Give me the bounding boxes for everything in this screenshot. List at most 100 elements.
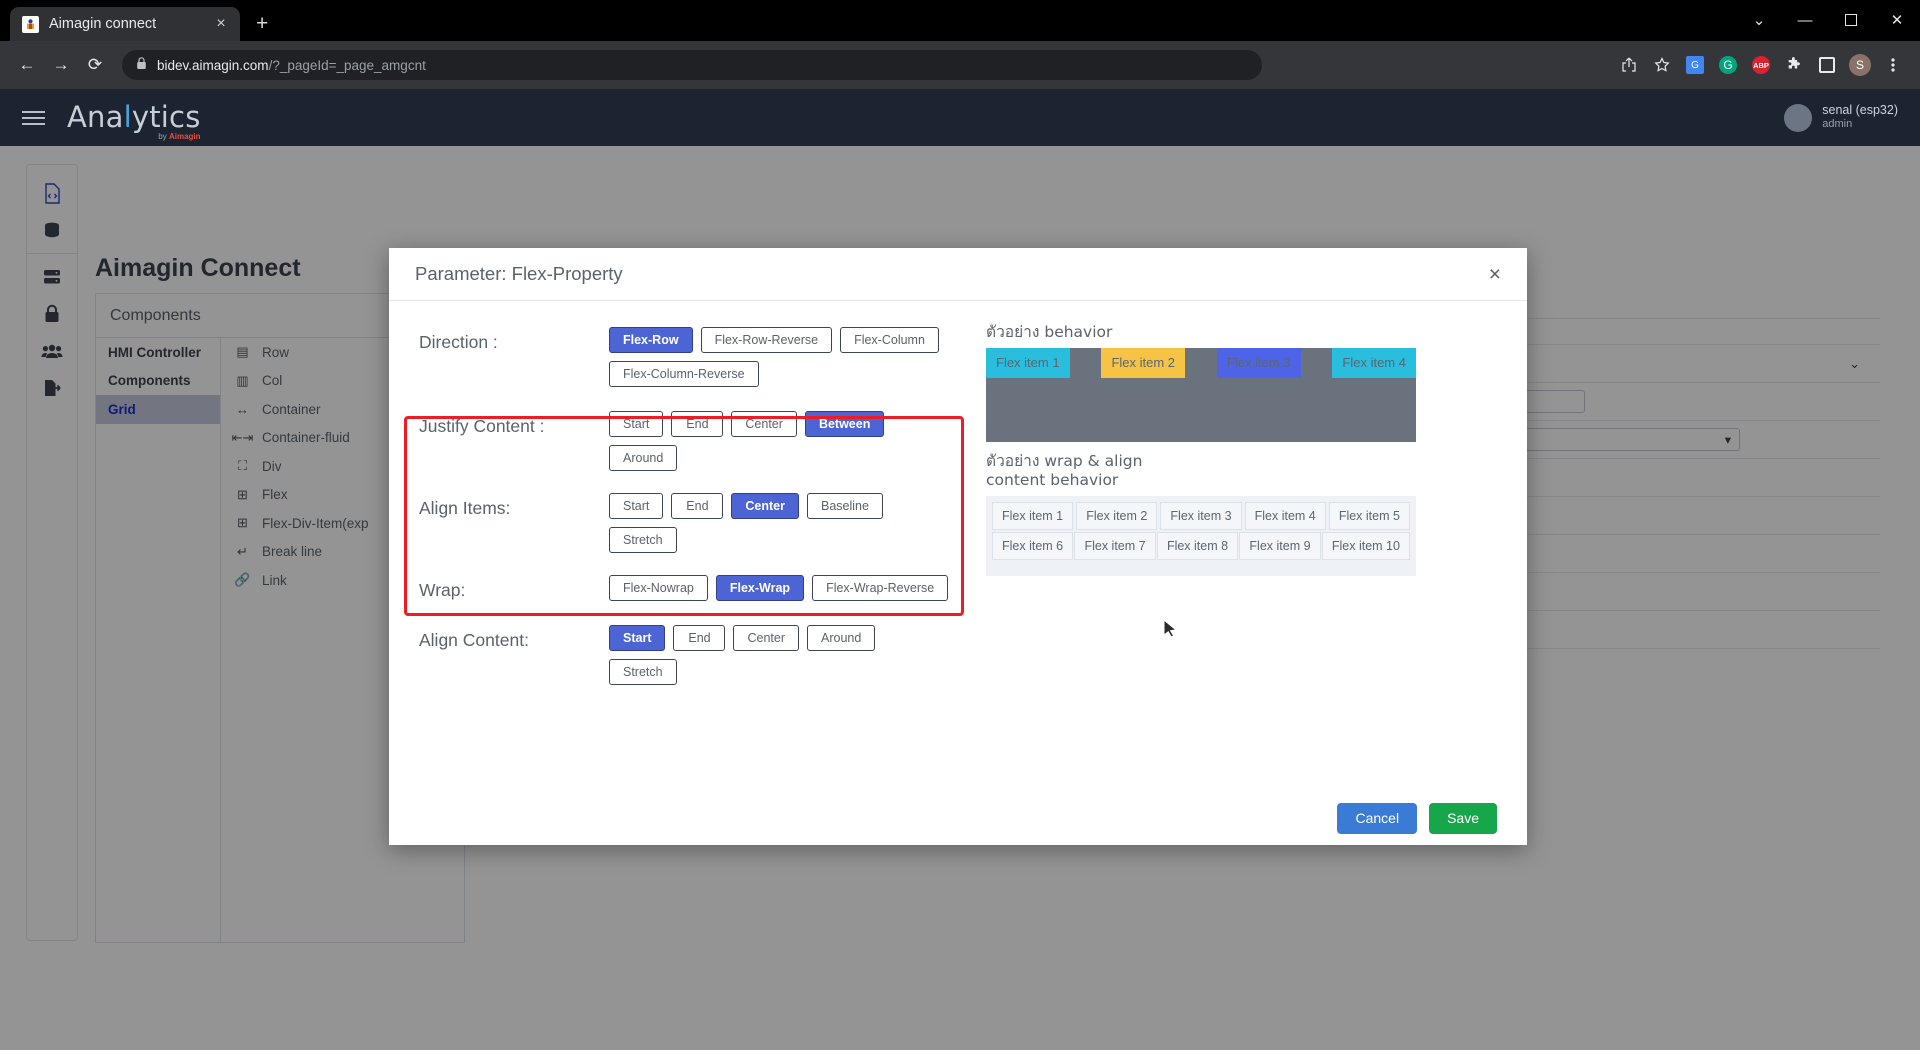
close-window-button[interactable]: ✕: [1874, 5, 1920, 35]
application-root: Analytics by Aimagin senal (esp32) admin: [0, 89, 1920, 1050]
align-content-row: Align Content: Start End Center Around S…: [419, 625, 974, 685]
direction-row: Direction : Flex-Row Flex-Row-Reverse Fl…: [419, 327, 974, 387]
align-content-option-end[interactable]: End: [673, 625, 726, 651]
tab-close-icon[interactable]: ×: [212, 15, 230, 33]
restore-button[interactable]: [1828, 5, 1874, 35]
align-items-label: Align Items:: [419, 498, 511, 518]
wrap-item: Flex item 7: [1074, 531, 1156, 560]
modal-preview: ตัวอย่าง behavior Flex item 1 Flex item …: [974, 301, 1527, 791]
side-panel-icon[interactable]: [1816, 54, 1838, 76]
direction-options: Flex-Row Flex-Row-Reverse Flex-Column Fl…: [609, 327, 949, 387]
extensions-puzzle-icon[interactable]: [1783, 54, 1805, 76]
wrap-item: Flex item 6: [992, 531, 1074, 560]
side-panel-box: [1819, 57, 1835, 73]
toolbar-icon-group: G G ABP S: [1618, 54, 1908, 76]
wrap-item: Flex item 2: [1076, 501, 1158, 530]
address-bar[interactable]: bidev.aimagin.com/?_pageId=_page_amgcnt: [122, 50, 1262, 80]
wrap-item: Flex item 5: [1328, 501, 1410, 530]
wrap-label: Wrap:: [419, 580, 466, 600]
share-icon[interactable]: [1618, 54, 1640, 76]
user-name: senal (esp32): [1822, 102, 1898, 117]
justify-option-start[interactable]: Start: [609, 411, 664, 437]
back-icon[interactable]: ←: [12, 50, 42, 80]
url-host: bidev.aimagin.com: [157, 57, 269, 73]
profile-avatar[interactable]: S: [1849, 54, 1871, 76]
logo-text: Analytics: [67, 100, 201, 134]
direction-option-flex-row[interactable]: Flex-Row: [609, 327, 693, 353]
tab-search-icon[interactable]: ⌄: [1736, 5, 1782, 35]
menu-hamburger-icon[interactable]: [22, 110, 45, 125]
close-icon[interactable]: ×: [1489, 264, 1501, 285]
tab-favicon-icon: [22, 15, 39, 33]
modal-title: Parameter: Flex-Property: [415, 263, 623, 284]
align-items-option-end[interactable]: End: [671, 493, 724, 519]
bookmark-star-icon[interactable]: [1651, 54, 1673, 76]
direction-option-flex-column[interactable]: Flex-Column: [840, 327, 939, 353]
align-content-option-stretch[interactable]: Stretch: [609, 659, 677, 685]
modal-controls: Direction : Flex-Row Flex-Row-Reverse Fl…: [389, 301, 974, 791]
translate-badge: G: [1686, 56, 1704, 74]
justify-content-row: Justify Content : Start End Center Betwe…: [419, 411, 974, 471]
modal-header: Parameter: Flex-Property ×: [389, 248, 1527, 301]
justify-option-around[interactable]: Around: [609, 445, 678, 471]
align-content-option-around[interactable]: Around: [807, 625, 876, 651]
lock-icon: [136, 57, 147, 73]
justify-option-center[interactable]: Center: [731, 411, 797, 437]
align-items-option-baseline[interactable]: Baseline: [807, 493, 883, 519]
align-content-option-center[interactable]: Center: [733, 625, 800, 651]
url-path: /?_pageId=_page_amgcnt: [268, 57, 426, 73]
wrap-item: Flex item 9: [1239, 531, 1321, 560]
grammarly-badge: G: [1719, 56, 1737, 74]
grammarly-icon[interactable]: G: [1717, 54, 1739, 76]
align-items-options: Start End Center Baseline Stretch: [609, 493, 949, 553]
wrap-option-flex-wrap[interactable]: Flex-Wrap: [715, 575, 805, 601]
url-text: bidev.aimagin.com/?_pageId=_page_amgcnt: [157, 58, 426, 73]
justify-content-label: Justify Content :: [419, 416, 545, 436]
wrap-row: Wrap: Flex-Nowrap Flex-Wrap Flex-Wrap-Re…: [419, 575, 974, 601]
justify-option-between[interactable]: Between: [804, 411, 885, 437]
preview-flex-item-2: Flex item 2: [1101, 347, 1186, 378]
chrome-menu-icon[interactable]: [1882, 54, 1904, 76]
direction-option-flex-row-reverse[interactable]: Flex-Row-Reverse: [700, 327, 833, 353]
tab-title: Aimagin connect: [49, 16, 157, 32]
user-meta: senal (esp32) admin: [1822, 103, 1898, 132]
browser-tabstrip: Aimagin connect × + ⌄ — ✕: [0, 0, 1920, 41]
align-items-option-center[interactable]: Center: [731, 493, 799, 519]
app-body: Aimagin Connect Components HMI Controlle…: [0, 146, 1920, 1050]
wrap-preview-box: Flex item 1 Flex item 2 Flex item 3 Flex…: [986, 495, 1416, 576]
forward-icon[interactable]: →: [46, 50, 76, 80]
align-items-option-start[interactable]: Start: [609, 493, 664, 519]
analytics-logo: Analytics by Aimagin: [67, 100, 201, 141]
align-items-option-stretch[interactable]: Stretch: [609, 527, 677, 553]
wrap-item: Flex item 8: [1156, 531, 1239, 560]
modal-body: Direction : Flex-Row Flex-Row-Reverse Fl…: [389, 301, 1527, 791]
justify-option-end[interactable]: End: [671, 411, 724, 437]
save-button[interactable]: Save: [1429, 802, 1497, 834]
preview-flex-item-3: Flex item 3: [1216, 347, 1301, 378]
wrap-option-flex-nowrap[interactable]: Flex-Nowrap: [609, 575, 708, 601]
mouse-cursor: [1163, 618, 1179, 646]
wrap-option-flex-wrap-reverse[interactable]: Flex-Wrap-Reverse: [812, 575, 949, 601]
align-content-option-start[interactable]: Start: [609, 625, 666, 651]
avatar: [1784, 103, 1813, 132]
preview-flex-item-4: Flex item 4: [1332, 347, 1416, 378]
new-tab-button[interactable]: +: [256, 12, 268, 36]
cancel-button[interactable]: Cancel: [1337, 802, 1418, 834]
preview-flex-item-1: Flex item 1: [986, 347, 1070, 378]
window-controls: ⌄ — ✕: [1736, 5, 1920, 35]
wrap-options: Flex-Nowrap Flex-Wrap Flex-Wrap-Reverse: [609, 575, 949, 601]
browser-tab[interactable]: Aimagin connect ×: [10, 7, 240, 41]
minimize-button[interactable]: —: [1782, 5, 1828, 35]
align-items-row: Align Items: Start End Center Baseline S…: [419, 493, 974, 553]
browser-toolbar: ← → ⟳ bidev.aimagin.com/?_pageId=_page_a…: [0, 41, 1920, 89]
google-translate-icon[interactable]: G: [1684, 54, 1706, 76]
app-header: Analytics by Aimagin senal (esp32) admin: [0, 89, 1920, 146]
adblock-plus-icon[interactable]: ABP: [1750, 54, 1772, 76]
wrap-preview-title: ตัวอย่าง wrap & align content behavior: [986, 451, 1143, 489]
behavior-preview-title: ตัวอย่าง behavior: [986, 323, 1113, 341]
reload-icon[interactable]: ⟳: [80, 50, 110, 80]
user-box[interactable]: senal (esp32) admin: [1784, 103, 1898, 132]
align-content-label: Align Content:: [419, 630, 529, 650]
flex-property-modal: Parameter: Flex-Property × Direction : F…: [389, 248, 1527, 845]
direction-option-flex-column-reverse[interactable]: Flex-Column-Reverse: [609, 361, 759, 387]
